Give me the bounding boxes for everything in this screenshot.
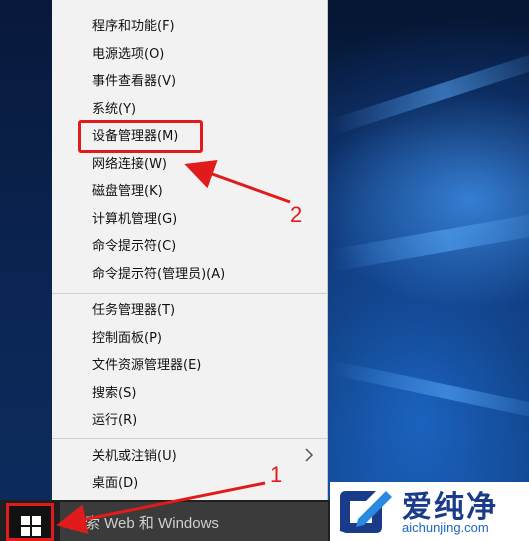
search-placeholder: 搜索 Web 和 Windows <box>70 515 219 532</box>
menu-item-command-prompt[interactable]: 命令提示符(C) <box>92 236 176 258</box>
menu-item-run[interactable]: 运行(R) <box>92 410 137 432</box>
chevron-right-icon <box>305 448 314 462</box>
wallpaper-light-beam <box>328 360 529 424</box>
menu-item-control-panel[interactable]: 控制面板(P) <box>92 328 162 350</box>
desktop-left-strip <box>0 0 52 500</box>
menu-item-event-viewer[interactable]: 事件查看器(V) <box>92 71 176 93</box>
aichunjing-logo-icon <box>340 491 392 533</box>
wallpaper-light-beam <box>327 46 529 136</box>
taskbar-search-box[interactable]: 搜索 Web 和 Windows <box>60 502 328 541</box>
menu-item-network-connections[interactable]: 网络连接(W) <box>92 154 167 176</box>
menu-item-file-explorer[interactable]: 文件资源管理器(E) <box>92 355 201 377</box>
wallpaper-light-beam <box>328 208 529 272</box>
annotation-label-2: 2 <box>290 202 303 227</box>
menu-item-desktop[interactable]: 桌面(D) <box>92 473 138 495</box>
windows-logo-icon <box>21 516 41 536</box>
menu-separator <box>52 293 328 294</box>
start-button[interactable] <box>6 503 54 541</box>
watermark-url: aichunjing.com <box>402 520 489 535</box>
menu-item-search[interactable]: 搜索(S) <box>92 383 136 405</box>
menu-item-system[interactable]: 系统(Y) <box>92 99 136 121</box>
menu-item-command-prompt-admin[interactable]: 命令提示符(管理员)(A) <box>92 264 225 286</box>
winx-context-menu: 程序和功能(F) 电源选项(O) 事件查看器(V) 系统(Y) 设备管理器(M)… <box>52 0 328 500</box>
menu-item-shutdown-signout[interactable]: 关机或注销(U) <box>92 446 177 468</box>
watermark-logo: 爱纯净 aichunjing.com <box>330 482 529 541</box>
menu-item-programs-features[interactable]: 程序和功能(F) <box>92 16 175 38</box>
menu-item-power-options[interactable]: 电源选项(O) <box>92 44 164 66</box>
annotation-label-1: 1 <box>270 462 283 487</box>
device-manager-highlight-box <box>78 120 203 153</box>
menu-item-disk-management[interactable]: 磁盘管理(K) <box>92 181 163 203</box>
menu-separator <box>52 438 328 439</box>
menu-item-computer-management[interactable]: 计算机管理(G) <box>92 209 177 231</box>
menu-item-task-manager[interactable]: 任务管理器(T) <box>92 300 175 322</box>
